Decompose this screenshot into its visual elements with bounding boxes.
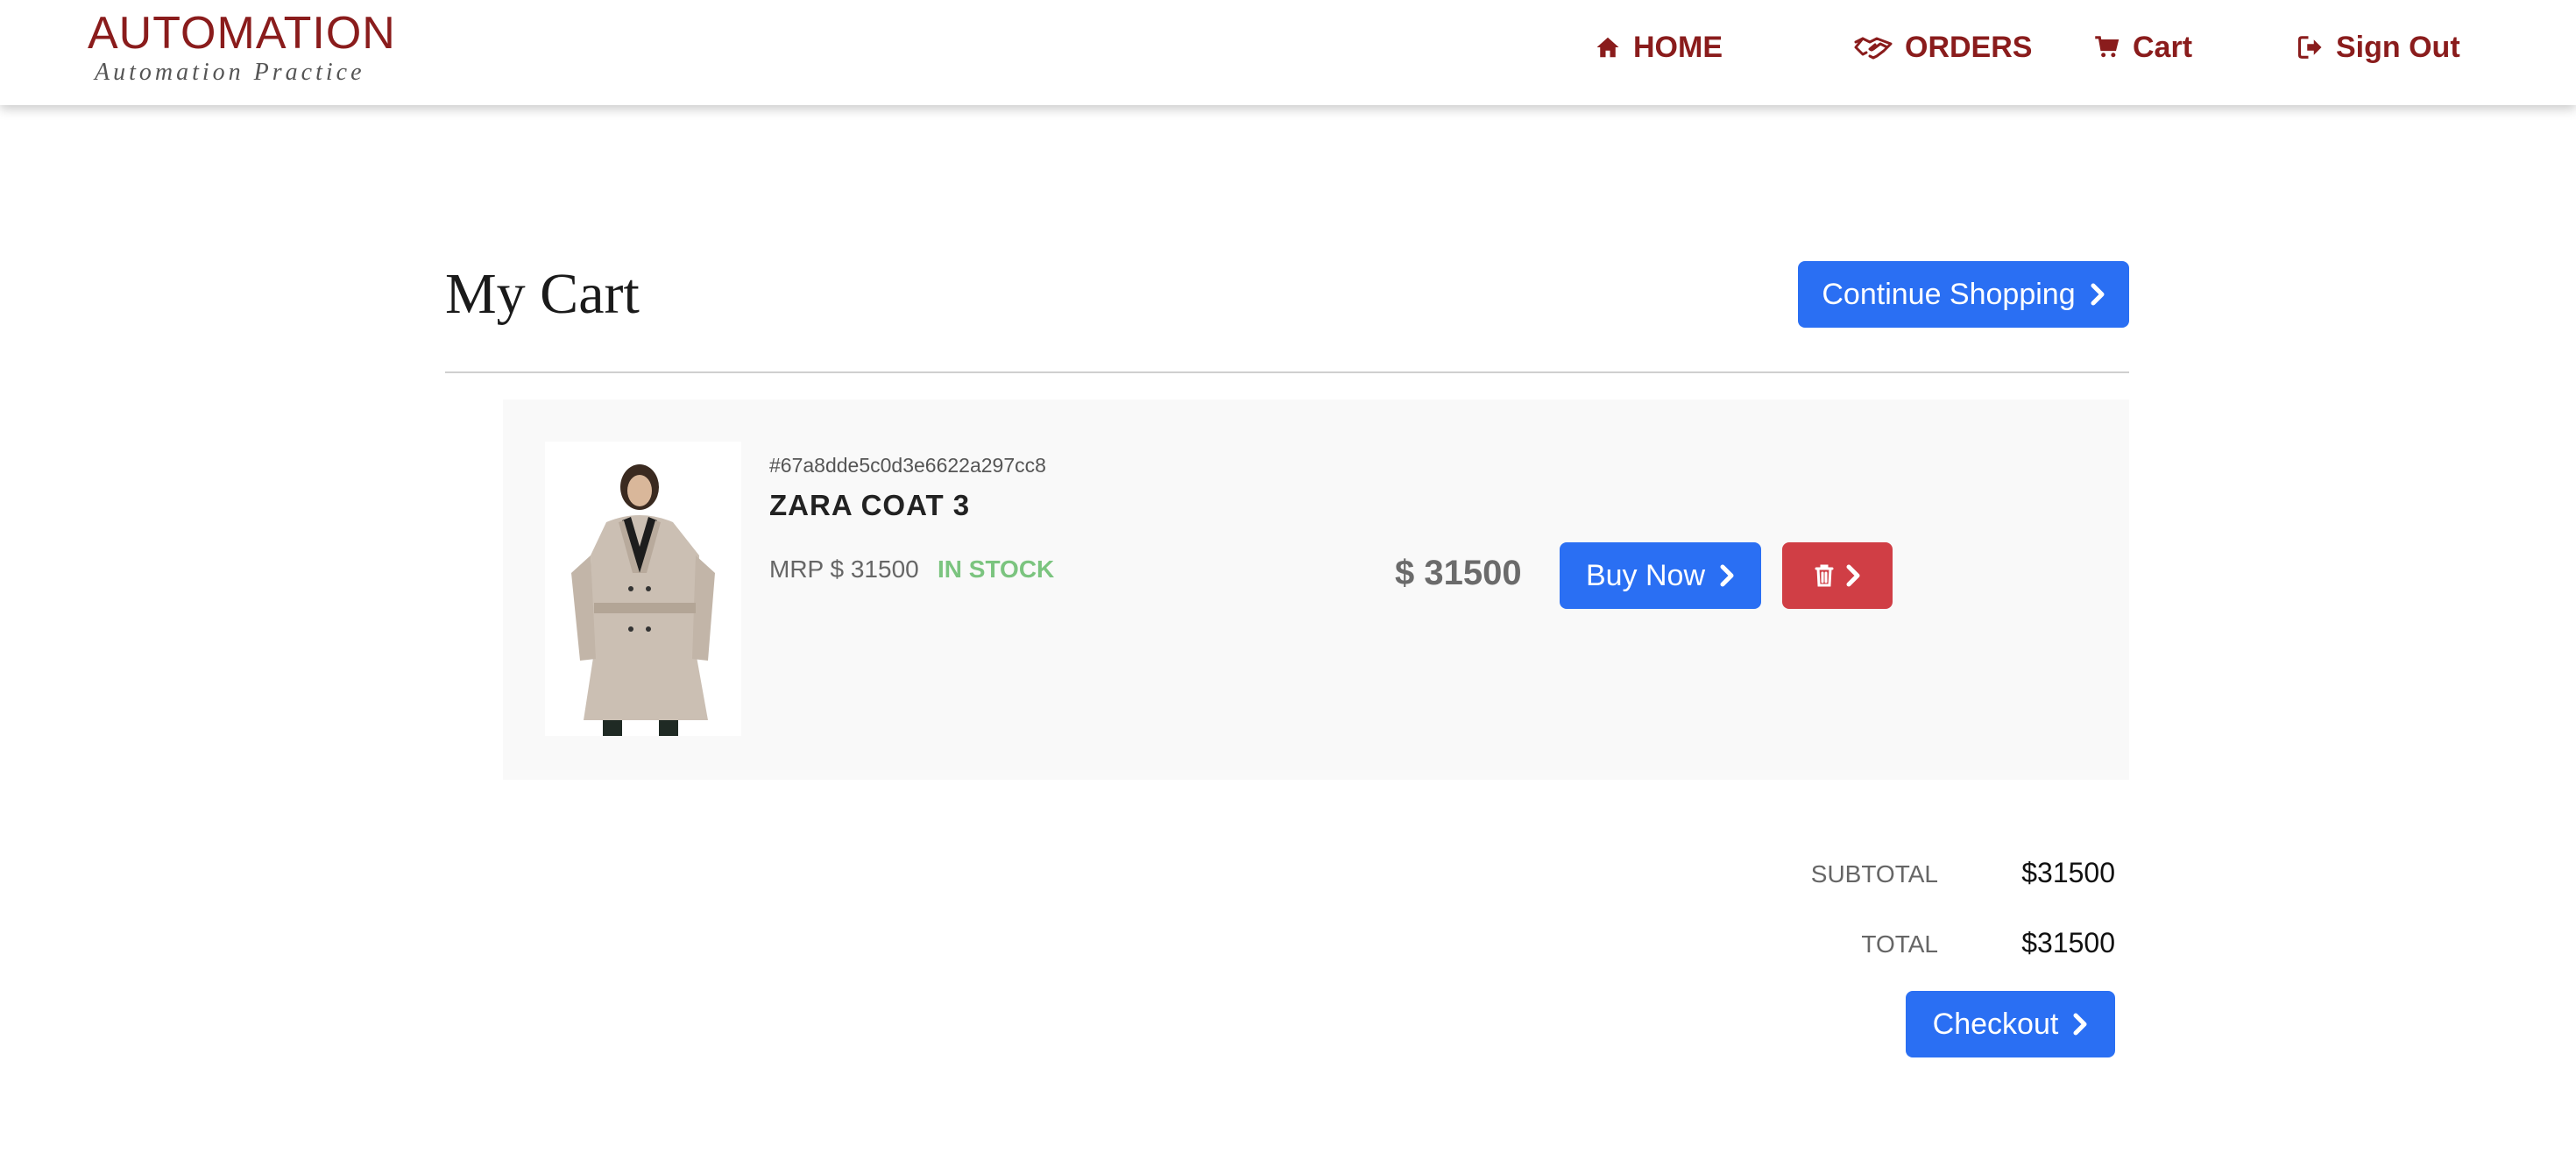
- stock-status: IN STOCK: [938, 555, 1055, 583]
- product-mrp: MRP $ 31500: [769, 555, 919, 583]
- chevron-right-icon: [2073, 1013, 2087, 1036]
- nav-cart-button[interactable]: Cart: [2094, 26, 2192, 68]
- sign-out-icon: [2297, 36, 2322, 59]
- total-value: $31500: [2021, 927, 2115, 958]
- cart-icon: [2095, 36, 2120, 58]
- nav-orders-label: ORDERS: [1905, 30, 2033, 64]
- page-title: My Cart: [445, 262, 640, 326]
- logo-title: AUTOMATION: [88, 8, 396, 59]
- continue-shopping-label: Continue Shopping: [1822, 277, 2076, 311]
- coat-illustration: [545, 442, 741, 736]
- total-label: TOTAL: [1861, 930, 1938, 958]
- coat-product-image[interactable]: [545, 442, 741, 736]
- divider: [445, 371, 2129, 373]
- nav-sign-out-button[interactable]: Sign Out: [2297, 26, 2460, 68]
- subtotal-label: SUBTOTAL: [1810, 860, 1938, 888]
- trash-icon: [1815, 564, 1834, 587]
- checkout-label: Checkout: [1932, 1007, 2059, 1041]
- nav-cart-label: Cart: [2133, 30, 2193, 64]
- nav-orders-button[interactable]: ORDERS: [1854, 26, 2032, 68]
- buy-now-button[interactable]: Buy Now: [1560, 542, 1761, 609]
- home-icon: [1596, 37, 1619, 58]
- buy-now-label: Buy Now: [1585, 558, 1706, 592]
- chevron-right-icon: [1720, 564, 1734, 587]
- chevron-right-icon: [2091, 283, 2105, 306]
- checkout-button[interactable]: Checkout: [1906, 991, 2115, 1057]
- handshake-icon: [1854, 37, 1893, 60]
- product-name: ZARA COAT 3: [769, 489, 971, 521]
- product-id: #67a8dde5c0d3e6622a297cc8: [769, 454, 1046, 477]
- top-navbar: AUTOMATION Automation Practice HOME ORDE…: [0, 0, 2576, 105]
- continue-shopping-button[interactable]: Continue Shopping: [1798, 261, 2129, 328]
- nav-home-label: HOME: [1633, 30, 1723, 64]
- nav-sign-out-label: Sign Out: [2336, 30, 2460, 64]
- subtotal-value: $31500: [2021, 857, 2115, 888]
- delete-item-button[interactable]: [1782, 542, 1893, 609]
- item-price: $ 31500: [1395, 554, 1522, 592]
- logo-subtitle: Automation Practice: [95, 59, 365, 86]
- chevron-right-icon: [1846, 564, 1860, 587]
- nav-home-button[interactable]: HOME: [1595, 26, 1723, 68]
- logo[interactable]: AUTOMATION Automation Practice: [88, 9, 396, 88]
